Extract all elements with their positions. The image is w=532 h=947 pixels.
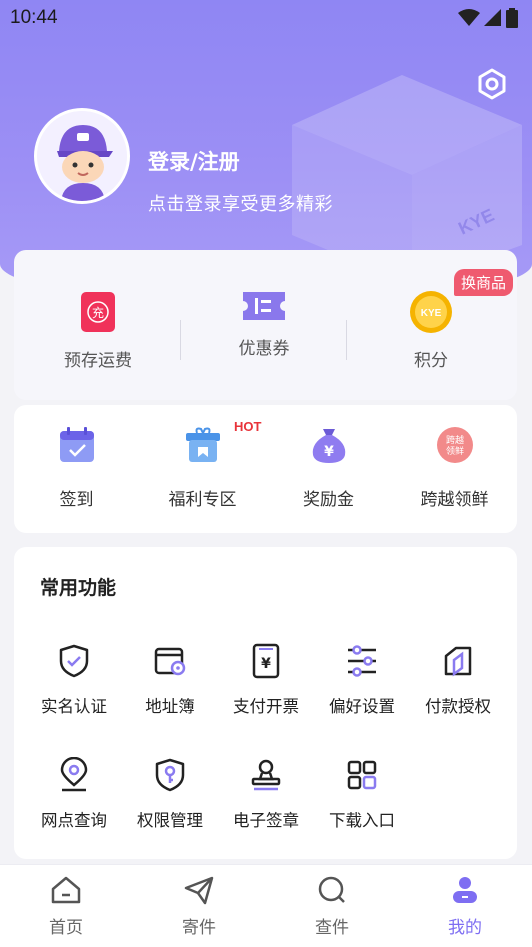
func-permission-management[interactable]: 权限管理 — [122, 757, 218, 831]
func-label: 支付开票 — [233, 697, 299, 716]
tab-track[interactable]: 查件 — [287, 875, 377, 938]
func-label: 实名认证 — [41, 697, 107, 716]
wallet-item-label: 优惠券 — [238, 339, 290, 359]
svg-text:¥: ¥ — [324, 444, 334, 460]
section-title: 常用功能 — [40, 577, 117, 599]
wallet-item-label: 积分 — [414, 351, 448, 371]
address-book-icon — [154, 647, 186, 676]
quick-item-label: 签到 — [59, 490, 94, 510]
shield-key-icon — [155, 758, 185, 792]
divider — [180, 320, 181, 360]
wallet-item-points[interactable]: KYE 积分 — [351, 290, 511, 371]
quick-item-label: 跨越领鲜 — [420, 490, 489, 510]
quick-item-reward[interactable]: ¥ 奖励金 — [266, 425, 391, 510]
battery-icon — [506, 8, 518, 28]
fresh-badge-icon: 跨越 领鲜 — [436, 427, 473, 463]
func-e-signature[interactable]: 电子签章 — [218, 757, 314, 831]
hexagon-settings-icon — [478, 68, 506, 100]
wallet-item-label: 预存运费 — [64, 351, 132, 371]
func-label: 电子签章 — [233, 811, 299, 830]
login-subtitle[interactable]: 点击登录享受更多精彩 — [148, 190, 333, 216]
prepaid-icon: 充 — [81, 292, 115, 332]
quick-entries-card: HOT 签到 福利专区 ¥ 奖励金 跨越 领鲜 跨越领鲜 — [14, 405, 517, 533]
search-icon — [318, 876, 345, 903]
quick-item-welfare[interactable]: 福利专区 — [140, 425, 265, 510]
func-real-name-auth[interactable]: 实名认证 — [26, 643, 122, 717]
tab-label: 我的 — [448, 918, 482, 938]
coupon-icon — [243, 292, 285, 320]
func-payment-invoice[interactable]: ¥ 支付开票 — [218, 643, 314, 717]
signal-icon — [484, 9, 501, 26]
divider — [346, 320, 347, 360]
paper-plane-icon — [184, 876, 214, 905]
common-functions-card: 常用功能 实名认证 地址簿 ¥ 支付开票 偏好设置 付款授权 网点查询 权限管理… — [14, 547, 517, 859]
home-icon — [51, 876, 81, 904]
tab-send[interactable]: 寄件 — [154, 875, 244, 938]
func-payment-authorization[interactable]: 付款授权 — [410, 643, 506, 717]
bottom-tab-bar: 首页 寄件 查件 我的 — [0, 864, 532, 947]
func-address-book[interactable]: 地址簿 — [122, 643, 218, 717]
grid-icon — [347, 760, 377, 790]
avatar[interactable] — [34, 108, 130, 204]
settings-button[interactable] — [474, 66, 510, 102]
quick-item-fresh[interactable]: 跨越 领鲜 跨越领鲜 — [392, 425, 517, 510]
invoice-icon: ¥ — [252, 643, 280, 679]
func-download-entry[interactable]: 下载入口 — [314, 757, 410, 831]
func-label: 下载入口 — [329, 811, 395, 830]
shield-check-icon — [59, 644, 89, 678]
status-icons — [458, 8, 518, 28]
authorization-icon — [444, 646, 472, 677]
money-bag-icon: ¥ — [312, 429, 345, 463]
points-coin-icon: KYE — [410, 291, 452, 333]
wallet-card: 换商品 充 预存运费 优惠券 KYE 积分 — [14, 250, 517, 400]
status-time: 10:44 — [10, 7, 58, 28]
tab-label: 寄件 — [182, 918, 216, 938]
user-icon — [453, 877, 477, 903]
calendar-check-icon — [59, 427, 94, 462]
func-label: 网点查询 — [41, 811, 107, 830]
quick-item-checkin[interactable]: 签到 — [14, 425, 139, 510]
tab-mine[interactable]: 我的 — [420, 875, 510, 938]
wifi-icon — [458, 9, 480, 26]
svg-text:充: 充 — [92, 305, 104, 320]
gift-box-icon — [185, 427, 220, 462]
func-label: 偏好设置 — [329, 697, 395, 716]
status-bar: 10:44 — [0, 0, 532, 36]
func-label: 付款授权 — [425, 697, 491, 716]
quick-item-label: 奖励金 — [303, 490, 354, 510]
func-outlet-query[interactable]: 网点查询 — [26, 757, 122, 831]
tab-label: 首页 — [49, 918, 83, 938]
quick-item-label: 福利专区 — [168, 490, 237, 510]
wallet-item-coupon[interactable]: 优惠券 — [184, 290, 344, 359]
func-label: 地址簿 — [145, 697, 195, 716]
login-register-link[interactable]: 登录/注册 — [148, 146, 240, 176]
tab-label: 查件 — [315, 918, 349, 938]
svg-text:¥: ¥ — [261, 656, 271, 672]
wallet-item-prepaid[interactable]: 充 预存运费 — [18, 290, 178, 371]
svg-text:领鲜: 领鲜 — [445, 445, 463, 457]
svg-text:跨越: 跨越 — [445, 434, 463, 446]
mascot-avatar — [37, 111, 127, 201]
func-label: 权限管理 — [137, 811, 203, 830]
func-preferences[interactable]: 偏好设置 — [314, 643, 410, 717]
sliders-icon — [348, 645, 376, 677]
svg-text:KYE: KYE — [421, 308, 442, 319]
location-pin-icon — [60, 757, 88, 792]
stamp-icon — [251, 759, 281, 791]
tab-home[interactable]: 首页 — [21, 875, 111, 938]
